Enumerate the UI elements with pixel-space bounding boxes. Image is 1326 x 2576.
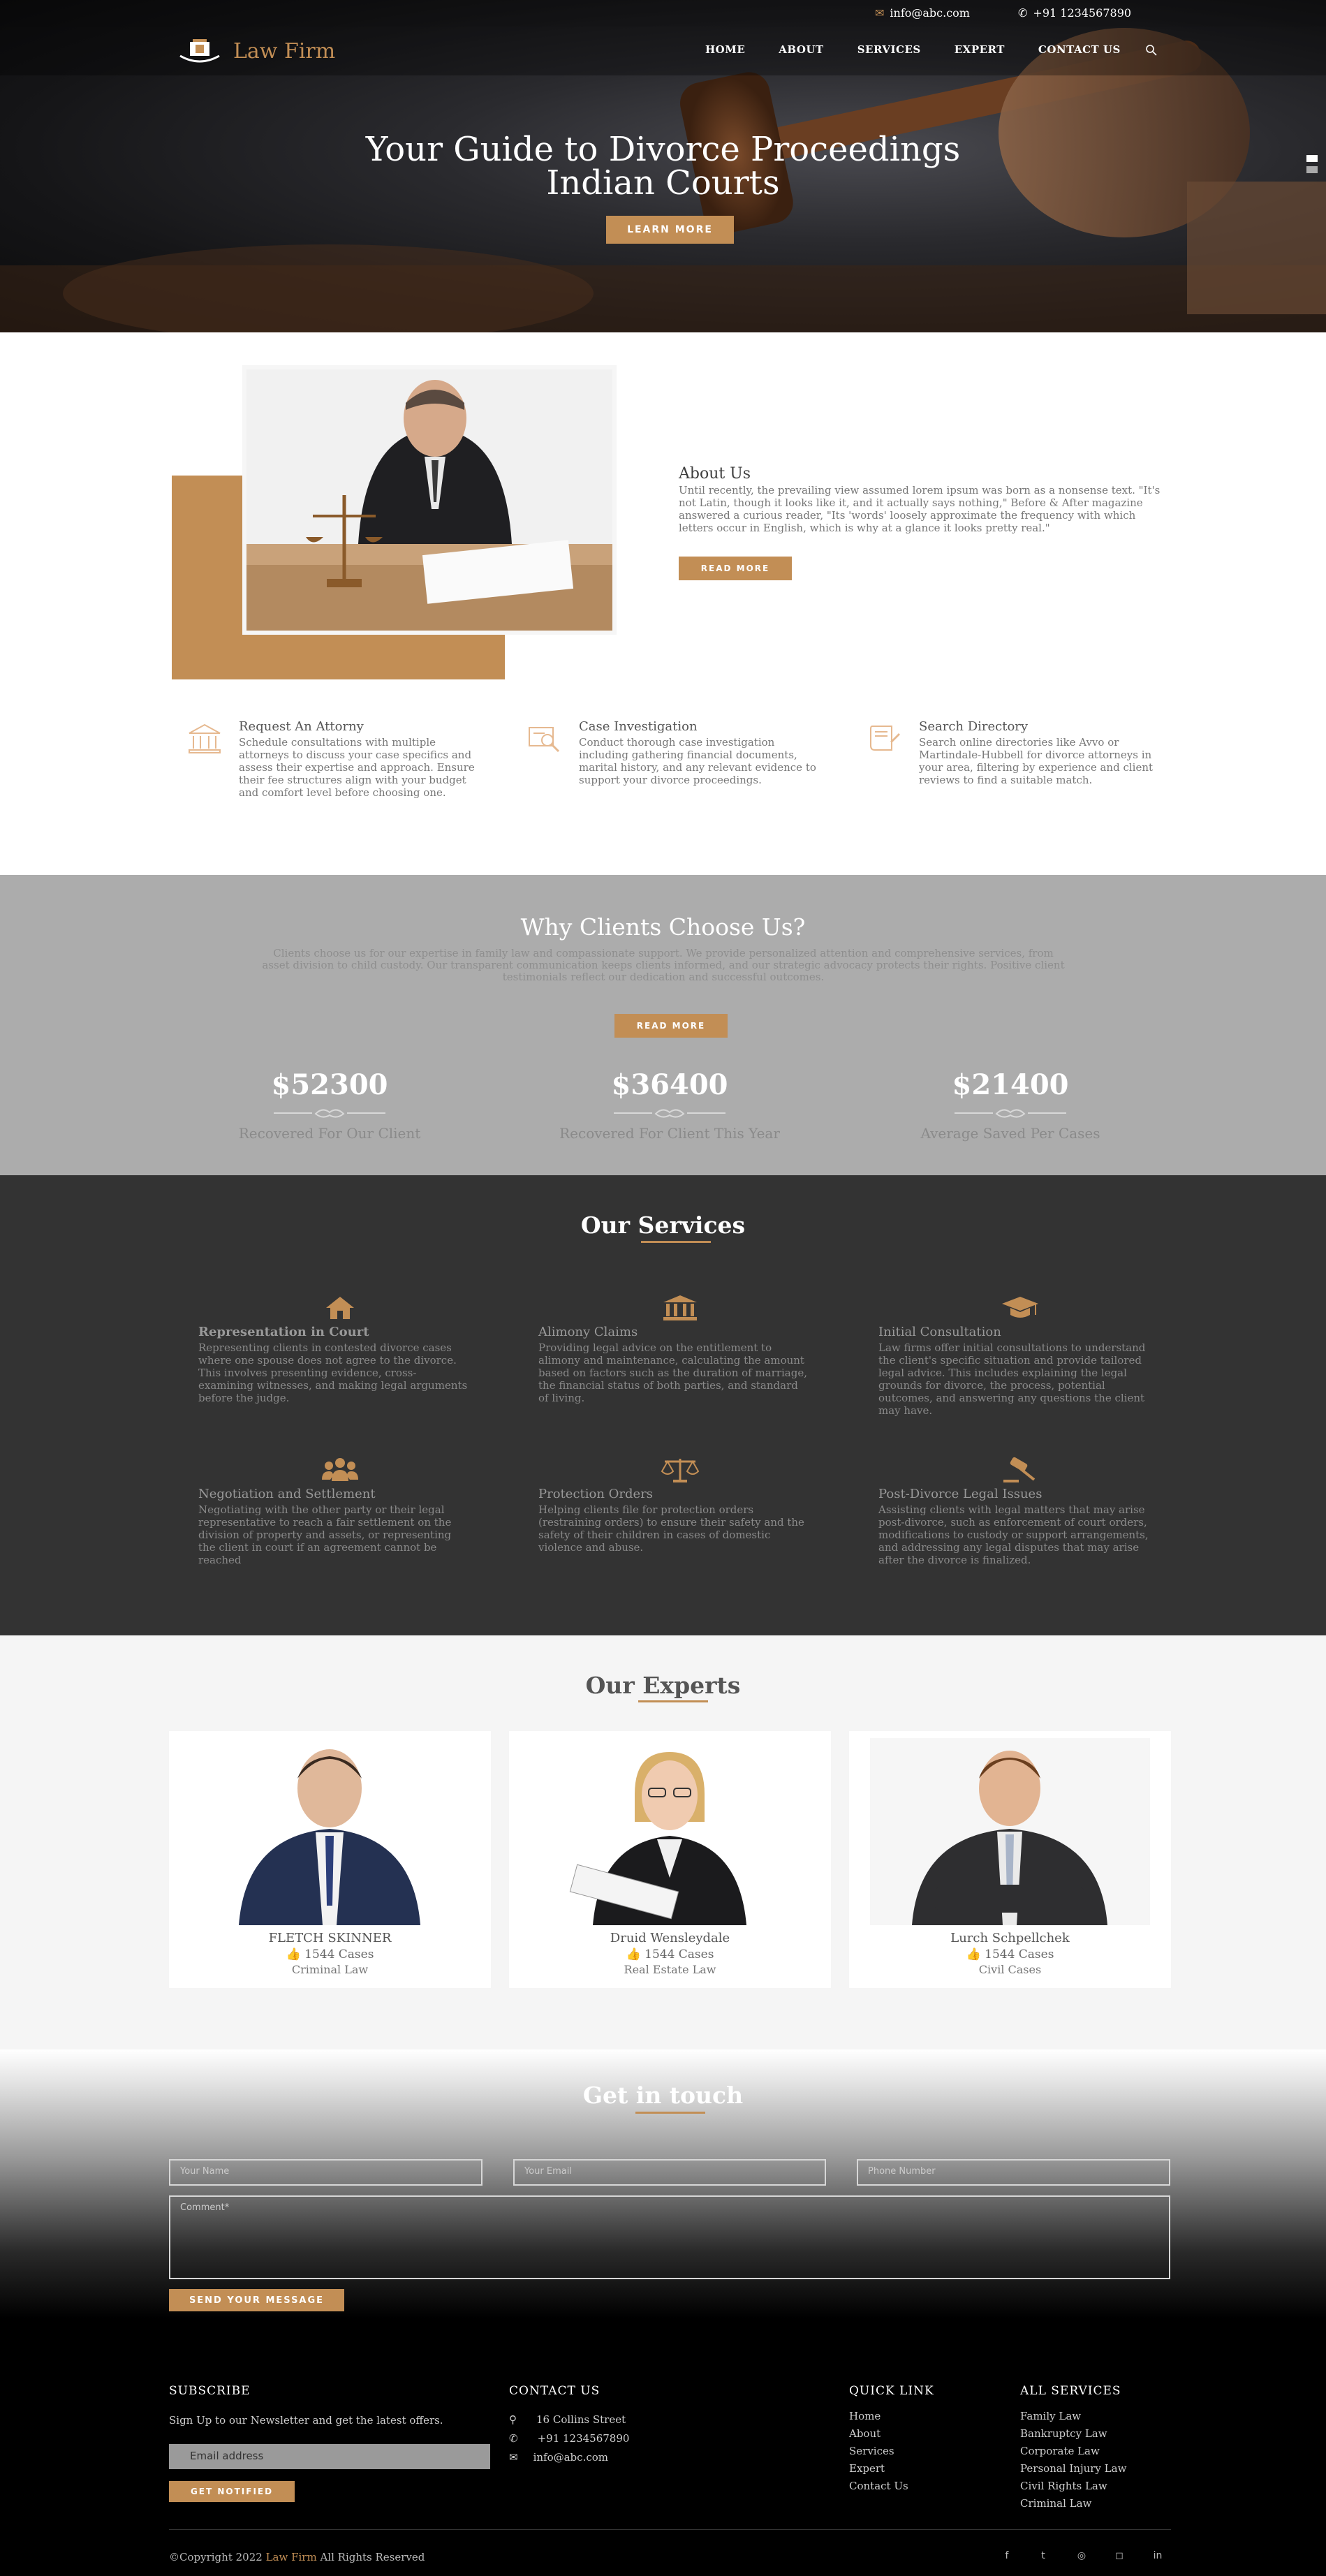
instagram-icon[interactable]: ◻ — [1112, 2550, 1126, 2564]
contact-heading: CONTACT US — [509, 2384, 601, 2398]
nav-services[interactable]: SERVICES — [857, 43, 921, 56]
footer-phone[interactable]: ✆ +91 1234567890 — [509, 2432, 629, 2445]
quick-link-services[interactable]: Services — [849, 2445, 894, 2457]
logo-scales-icon — [179, 39, 220, 63]
magnifier-document-icon — [529, 727, 560, 753]
subscribe-text: Sign Up to our Newsletter and get the la… — [169, 2414, 443, 2427]
why-text: Clients choose us for our expertise in f… — [262, 947, 1065, 983]
footer: SUBSCRIBE Sign Up to our Newsletter and … — [0, 2318, 1326, 2576]
experts-section: Our Experts FLETCH SKINNER 👍 1544 Cases … — [0, 1635, 1326, 2049]
linkedin-icon[interactable]: in — [1151, 2550, 1165, 2564]
stat-recovered-client: $52300 Recovered For Our Client — [238, 1068, 421, 1142]
thumbs-up-icon: 👍 — [286, 1948, 301, 1962]
graduation-cap-icon — [1002, 1297, 1038, 1318]
expert-photo — [870, 1738, 1150, 1925]
thumbs-up-icon: 👍 — [626, 1948, 641, 1962]
envelope-icon: ✉ — [509, 2451, 518, 2464]
quick-link-about[interactable]: About — [849, 2427, 881, 2440]
nav-expert[interactable]: EXPERT — [955, 43, 1005, 56]
stat-recovered-year: $36400 Recovered For Client This Year — [559, 1068, 780, 1142]
topbar-phone[interactable]: ✆ +91 1234567890 — [1018, 6, 1131, 20]
service-link-personal-injury[interactable]: Personal Injury Law — [1020, 2462, 1126, 2475]
expert-card[interactable]: FLETCH SKINNER 👍 1544 Cases Criminal Law — [169, 1731, 491, 1988]
map-pin-icon: ⚲ — [509, 2413, 517, 2426]
quick-link-home[interactable]: Home — [849, 2410, 881, 2422]
scales-icon — [661, 1459, 700, 1482]
service-link-civil-rights[interactable]: Civil Rights Law — [1020, 2480, 1107, 2492]
handshake-divider-icon — [274, 1109, 385, 1118]
subscribe-heading: SUBSCRIBE — [169, 2384, 251, 2398]
nav-home[interactable]: HOME — [705, 43, 745, 56]
hero-title: Your Guide to Divorce Proceedings Indian… — [365, 130, 961, 203]
footer-email[interactable]: ✉ info@abc.com — [509, 2451, 608, 2464]
thumbs-up-icon: 👍 — [966, 1948, 981, 1962]
footer-divider — [169, 2529, 1171, 2530]
services-title-underline — [641, 1241, 711, 1243]
quick-link-expert[interactable]: Expert — [849, 2462, 885, 2475]
newsletter-email-input[interactable]: Email address — [169, 2444, 490, 2469]
experts-title: Our Experts — [585, 1672, 741, 1699]
all-services-heading: ALL SERVICES — [1020, 2384, 1121, 2398]
facebook-icon[interactable]: f — [1000, 2550, 1014, 2564]
lawyer-at-desk-image — [246, 369, 612, 631]
search-icon[interactable] — [1145, 44, 1158, 57]
users-icon — [322, 1458, 358, 1481]
slider-dots[interactable] — [1306, 155, 1319, 176]
get-notified-button[interactable]: GET NOTIFIED — [169, 2481, 295, 2502]
phone-input[interactable]: Phone Number — [857, 2159, 1170, 2186]
gavel-icon — [1003, 1457, 1036, 1482]
why-read-more-button[interactable]: READ MORE — [614, 1014, 728, 1038]
logo[interactable]: Law Firm — [175, 35, 335, 67]
courthouse-icon — [663, 1295, 697, 1320]
home-icon — [326, 1297, 354, 1319]
learn-more-button[interactable]: LEARN MORE — [606, 216, 734, 244]
contact-section: Get in touch Your Name Your Email Phone … — [0, 2049, 1326, 2318]
services-section: Our Services Representation in Court Rep… — [0, 1175, 1326, 1635]
about-text: Until recently, the prevailing view assu… — [679, 484, 1161, 534]
email-input[interactable]: Your Email — [513, 2159, 826, 2186]
handshake-divider-icon — [614, 1109, 725, 1118]
scroll-document-icon — [870, 726, 900, 751]
expert-card[interactable]: Druid Wensleydale 👍 1544 Cases Real Esta… — [509, 1731, 831, 1988]
comment-textarea[interactable]: Comment* — [169, 2195, 1170, 2279]
experts-title-underline — [638, 1700, 708, 1702]
main-nav: HOME ABOUT SERVICES EXPERT CONTACT US — [705, 43, 1121, 56]
copyright: ©Copyright 2022 Law Firm All Rights Rese… — [169, 2551, 425, 2563]
phone-icon: ✆ — [1018, 6, 1028, 20]
about-photo — [242, 365, 617, 635]
service-link-bankruptcy[interactable]: Bankruptcy Law — [1020, 2427, 1107, 2440]
expert-card[interactable]: Lurch Schpellchek 👍 1544 Cases Civil Cas… — [849, 1731, 1171, 1988]
service-link-criminal[interactable]: Criminal Law — [1020, 2497, 1091, 2510]
why-choose-us-section: Why Clients Choose Us? Clients choose us… — [0, 875, 1326, 1175]
contact-title: Get in touch — [582, 2082, 744, 2109]
phone-icon: ✆ — [509, 2432, 518, 2445]
hero-section: ✉ info@abc.com ✆ +91 1234567890 Law Firm… — [0, 0, 1326, 332]
service-link-family[interactable]: Family Law — [1020, 2410, 1081, 2422]
topbar-email[interactable]: ✉ info@abc.com — [875, 6, 970, 20]
twitter-icon[interactable]: t — [1036, 2550, 1050, 2564]
nav-contact[interactable]: CONTACT US — [1038, 43, 1121, 56]
about-read-more-button[interactable]: READ MORE — [679, 557, 792, 580]
about-title: About Us — [679, 465, 751, 483]
name-input[interactable]: Your Name — [169, 2159, 482, 2186]
dribbble-icon[interactable]: ◎ — [1075, 2550, 1089, 2564]
quick-link-heading: QUICK LINK — [849, 2384, 934, 2398]
handshake-divider-icon — [955, 1109, 1066, 1118]
quick-link-contact[interactable]: Contact Us — [849, 2480, 908, 2492]
courthouse-icon — [189, 723, 221, 753]
envelope-icon: ✉ — [875, 6, 885, 20]
expert-photo — [530, 1738, 810, 1925]
expert-photo — [190, 1738, 470, 1925]
why-title: Why Clients Choose Us? — [520, 913, 806, 941]
footer-address: ⚲ 16 Collins Street — [509, 2413, 626, 2426]
service-link-corporate[interactable]: Corporate Law — [1020, 2445, 1100, 2457]
stat-average-saved: $21400 Average Saved Per Cases — [920, 1068, 1100, 1142]
send-message-button[interactable]: SEND YOUR MESSAGE — [169, 2289, 344, 2311]
contact-title-underline — [635, 2112, 705, 2114]
nav-about[interactable]: ABOUT — [779, 43, 823, 56]
services-title: Our Services — [580, 1212, 746, 1239]
